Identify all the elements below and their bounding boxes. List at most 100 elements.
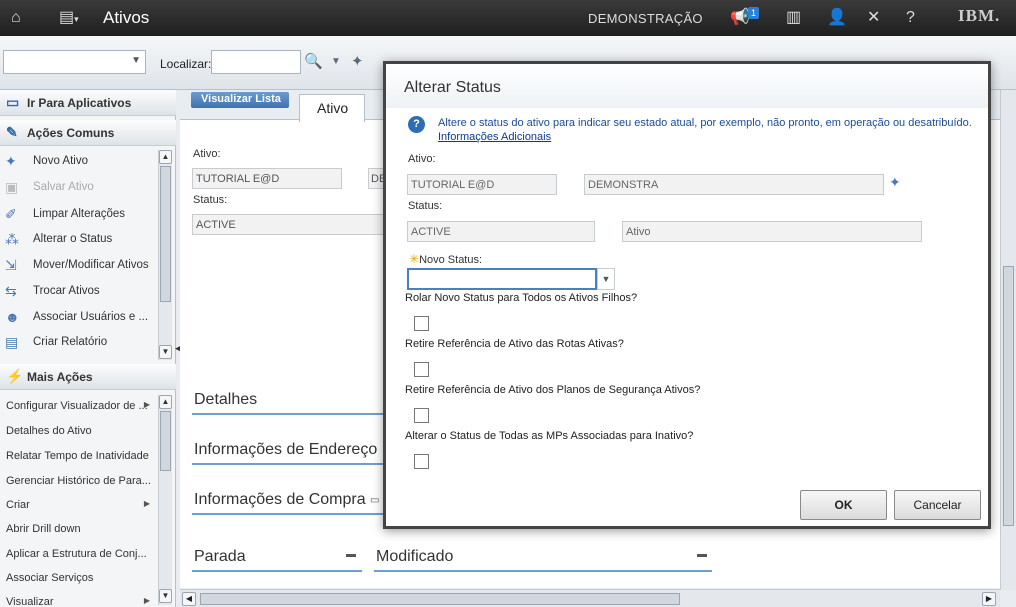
dialog-status-label: Status: bbox=[408, 200, 443, 212]
tab-asset[interactable]: Ativo bbox=[299, 94, 365, 122]
status-field[interactable]: ACTIVE bbox=[192, 214, 384, 235]
minimize-icon[interactable]: ▬ bbox=[697, 549, 707, 560]
checkbox-remove-routes[interactable] bbox=[414, 362, 429, 377]
dialog-description: Altere o status do ativo para indicar se… bbox=[438, 117, 972, 129]
eraser-icon: ✐ bbox=[5, 206, 17, 222]
users-icon: ☻ bbox=[5, 309, 20, 325]
ok-button[interactable]: OK bbox=[800, 490, 887, 520]
dialog-header: Alterar Status bbox=[386, 64, 988, 108]
scroll-thumb[interactable] bbox=[160, 411, 171, 471]
ibm-logo: IBM. bbox=[958, 6, 1001, 25]
more-action-report-downtime[interactable]: Relatar Tempo de Inatividade bbox=[0, 445, 158, 467]
section-modified[interactable]: Modificado bbox=[374, 545, 712, 572]
home-icon[interactable]: ⌂ bbox=[11, 8, 21, 28]
reports-chart-icon[interactable]: ▥ bbox=[786, 8, 801, 28]
required-star-icon: ✳ bbox=[409, 252, 420, 266]
more-action-create[interactable]: Criar ▶ bbox=[0, 494, 158, 516]
dialog-status-description-field[interactable]: Ativo bbox=[622, 221, 922, 242]
new-status-input[interactable] bbox=[407, 268, 597, 290]
go-to-apps-header[interactable]: ▭ Ir Para Aplicativos bbox=[0, 90, 176, 116]
asset-description-field[interactable]: DE bbox=[368, 168, 384, 189]
scroll-up-icon[interactable]: ▲ bbox=[159, 150, 172, 164]
info-icon: ? bbox=[408, 116, 425, 133]
save-icon: ▣ bbox=[5, 179, 19, 195]
scroll-left-icon[interactable]: ◀ bbox=[182, 592, 196, 606]
cancel-button[interactable]: Cancelar bbox=[894, 490, 981, 520]
more-action-manage-history[interactable]: Gerenciar Histórico de Para... bbox=[0, 470, 158, 492]
scroll-thumb[interactable] bbox=[1003, 266, 1014, 526]
scroll-down-icon[interactable]: ▼ bbox=[159, 345, 172, 359]
checkbox-remove-safety-plans[interactable] bbox=[414, 408, 429, 423]
section-address[interactable]: Informações de Endereço bbox=[192, 441, 384, 465]
dialog-asset-field[interactable]: TUTORIAL E@D bbox=[407, 174, 557, 195]
sidebar: ▭ Ir Para Aplicativos ✎ Ações Comuns ✦ No… bbox=[0, 90, 176, 607]
more-action-configure-viewer[interactable]: Configurar Visualizador de ... ▶ bbox=[0, 395, 158, 417]
asset-label: Ativo: bbox=[193, 148, 221, 160]
question-roll-children: Rolar Novo Status para Todos os Ativos F… bbox=[405, 292, 638, 304]
change-status-icon: ⁂ bbox=[5, 231, 19, 247]
search-label: Localizar: bbox=[160, 57, 212, 71]
checkbox-inactivate-pms[interactable] bbox=[414, 454, 429, 469]
section-details[interactable]: Detalhes bbox=[192, 391, 384, 415]
scroll-right-icon[interactable]: ▶ bbox=[982, 592, 996, 606]
sidebar-item-clear-changes[interactable]: ✐ Limpar Alterações bbox=[0, 203, 158, 225]
more-action-associate-services[interactable]: Associar Serviços bbox=[0, 567, 158, 589]
more-actions-scrollbar[interactable]: ▲ ▼ bbox=[158, 395, 172, 605]
chevron-right-icon: ▶ bbox=[143, 400, 150, 409]
search-icon[interactable]: 🔍 bbox=[304, 52, 323, 70]
new-status-dropdown-icon[interactable]: ▼ bbox=[597, 268, 615, 290]
user-profile-icon[interactable]: 👤 bbox=[827, 8, 847, 28]
main-vertical-scrollbar[interactable] bbox=[1000, 90, 1016, 590]
dialog-status-field[interactable]: ACTIVE bbox=[407, 221, 595, 242]
dialog-asset-description-field[interactable]: DEMONSTRA bbox=[584, 174, 884, 195]
section-downtime[interactable]: Parada bbox=[192, 545, 362, 572]
scroll-down-icon[interactable]: ▼ bbox=[159, 589, 172, 603]
app-menu-icon[interactable]: ▤▾ bbox=[59, 8, 79, 29]
more-actions-header[interactable]: ⚡ Mais Ações bbox=[0, 364, 176, 390]
help-icon[interactable]: ? bbox=[906, 8, 915, 28]
sidebar-item-change-status[interactable]: ⁂ Alterar o Status bbox=[0, 228, 158, 250]
query-select[interactable]: ▼ bbox=[3, 50, 146, 74]
sidebar-item-save-asset: ▣ Salvar Ativo bbox=[5, 179, 94, 195]
asset-detail-menu-icon[interactable]: ✦ bbox=[889, 174, 901, 191]
search-input[interactable] bbox=[211, 50, 301, 74]
checkbox-roll-children[interactable] bbox=[414, 316, 429, 331]
scroll-up-icon[interactable]: ▲ bbox=[159, 395, 172, 409]
sidebar-item-swap-assets[interactable]: ⇆ Trocar Ativos bbox=[0, 280, 158, 302]
list-view-tab[interactable]: Visualizar Lista bbox=[191, 92, 289, 108]
top-bar: ⌂ ▤▾ Ativos DEMONSTRAÇÃO 📢 1 ▥ 👤 ✕ ? IBM… bbox=[0, 0, 1016, 36]
common-actions-scrollbar[interactable]: ▲ ▼ bbox=[158, 150, 172, 360]
report-icon: ▤ bbox=[5, 334, 19, 350]
notification-count-badge: 1 bbox=[748, 7, 760, 19]
asset-field[interactable]: TUTORIAL E@D bbox=[192, 168, 342, 189]
status-label: Status: bbox=[193, 194, 228, 206]
more-info-link[interactable]: Informações Adicionais bbox=[438, 131, 551, 143]
dialog-asset-label: Ativo: bbox=[408, 153, 436, 165]
close-icon[interactable]: ✕ bbox=[867, 8, 880, 28]
minimize-icon[interactable]: ▭ bbox=[370, 495, 379, 506]
sidebar-item-associate-users[interactable]: ☻ Associar Usuários e ... bbox=[0, 306, 158, 328]
question-remove-routes: Retire Referência de Ativo das Rotas Ati… bbox=[405, 338, 624, 350]
question-inactivate-pms: Alterar o Status de Todas as MPs Associa… bbox=[405, 430, 694, 442]
chevron-right-icon: ▶ bbox=[143, 499, 150, 508]
common-actions-header[interactable]: ✎ Ações Comuns bbox=[0, 120, 176, 146]
scroll-thumb[interactable] bbox=[200, 593, 680, 605]
new-record-icon[interactable]: ✦ bbox=[351, 52, 364, 70]
sidebar-item-new-asset[interactable]: ✦ Novo Ativo bbox=[0, 150, 158, 172]
section-purchase[interactable]: Informações de Compra bbox=[192, 491, 384, 515]
change-status-dialog: Alterar Status ? Altere o status do ativ… bbox=[383, 61, 991, 529]
more-action-view[interactable]: Visualizar ▶ bbox=[0, 591, 158, 607]
question-remove-safety-plans: Retire Referência de Ativo dos Planos de… bbox=[405, 384, 701, 396]
search-options-chevron-icon[interactable]: ▼ bbox=[331, 56, 341, 67]
more-action-asset-details[interactable]: Detalhes do Ativo bbox=[0, 420, 158, 442]
notifications-icon[interactable]: 📢 bbox=[730, 8, 750, 28]
more-action-open-drill-down[interactable]: Abrir Drill down bbox=[0, 518, 158, 540]
scroll-thumb[interactable] bbox=[160, 166, 171, 302]
sidebar-item-create-report[interactable]: ▤ Criar Relatório bbox=[0, 331, 158, 353]
more-action-apply-structure[interactable]: Aplicar a Estrutura de Conj... bbox=[0, 543, 158, 565]
minimize-icon[interactable]: ▬ bbox=[346, 549, 356, 560]
lightning-icon: ⚡ bbox=[6, 368, 24, 384]
sidebar-item-move-modify[interactable]: ⇲ Mover/Modificar Ativos bbox=[0, 254, 158, 276]
main-horizontal-scrollbar[interactable]: ◀ ▶ bbox=[180, 589, 1000, 607]
move-icon: ⇲ bbox=[5, 257, 17, 273]
